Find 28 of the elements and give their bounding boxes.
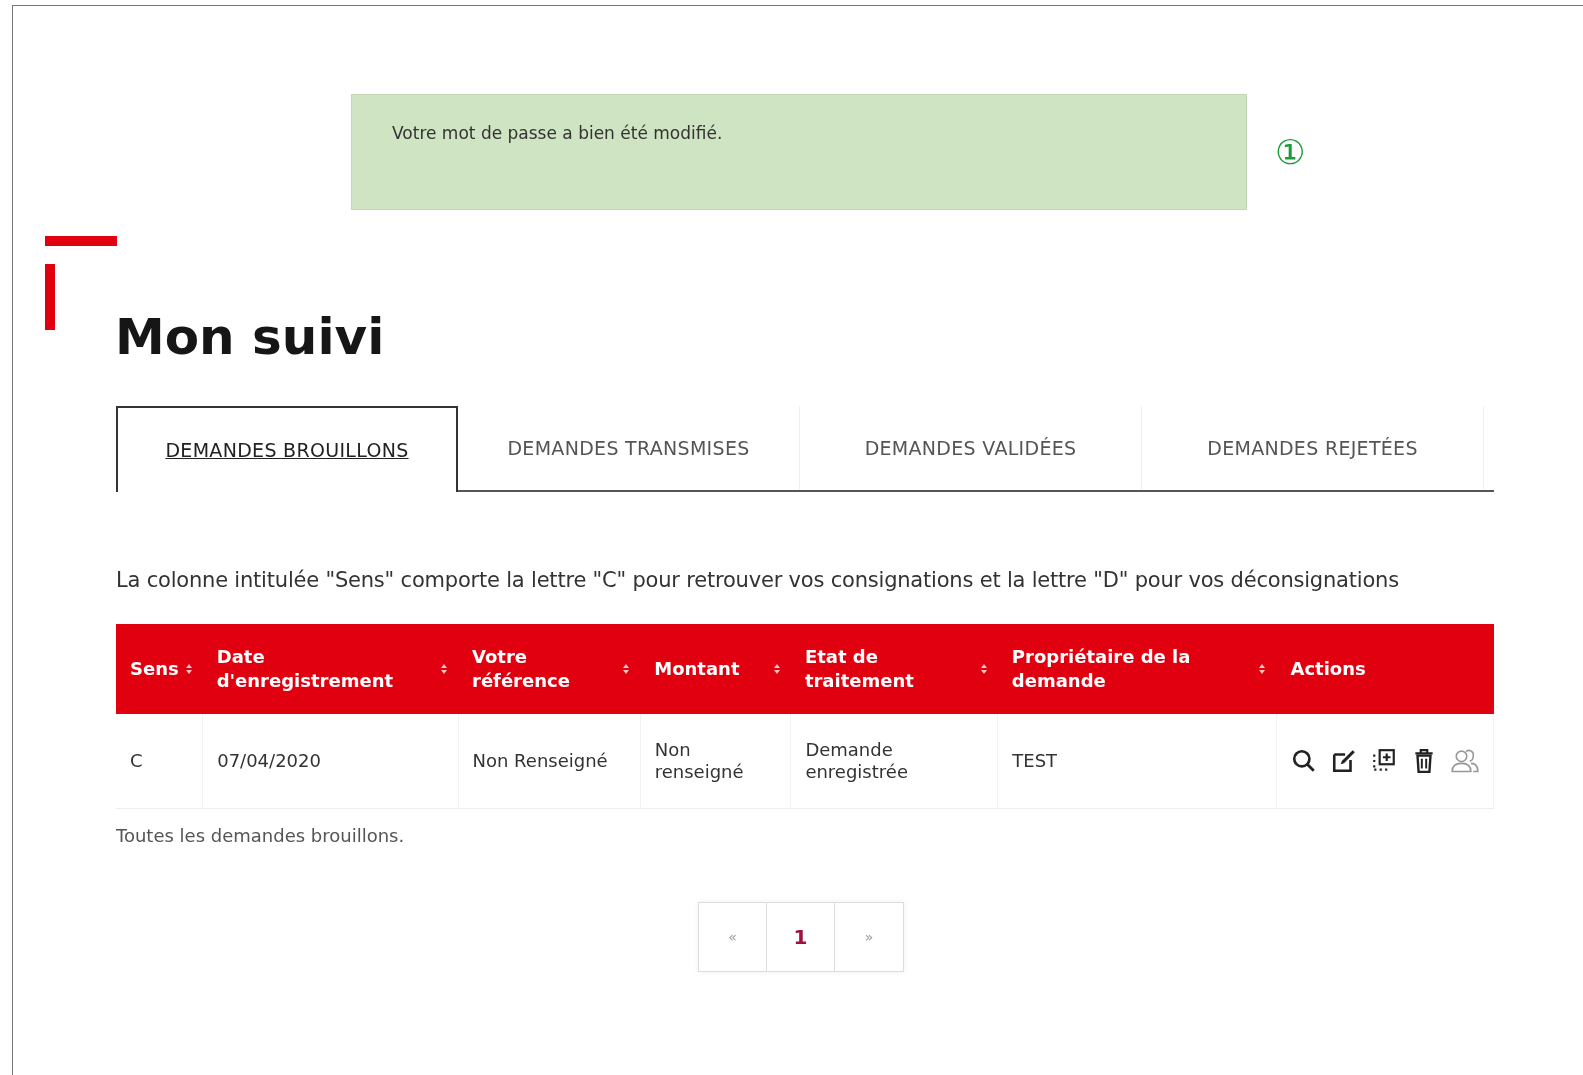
table-cell: Non Renseigné <box>472 749 608 771</box>
annotation-marker: ① <box>1275 135 1306 169</box>
edit-icon[interactable] <box>1331 748 1357 774</box>
table-cell: Non renseigné <box>654 738 744 782</box>
column-header[interactable]: Actions <box>1290 656 1366 682</box>
sort-icon[interactable] <box>1258 663 1267 675</box>
table-cell: Demande enregistrée <box>805 738 908 782</box>
sort-icon[interactable] <box>772 663 781 675</box>
next-page-button[interactable]: » <box>835 903 903 971</box>
duplicate-icon[interactable] <box>1371 748 1397 774</box>
alert-message: Votre mot de passe a bien été modifié. <box>392 123 723 143</box>
previous-page-button[interactable]: « <box>699 903 767 971</box>
sort-icon[interactable] <box>184 663 193 675</box>
sort-icon[interactable] <box>622 663 631 675</box>
column-header[interactable]: Montant <box>654 656 740 682</box>
column-header[interactable]: Sens <box>130 656 179 682</box>
table-cell: C <box>130 749 143 771</box>
page-title: Mon suivi <box>115 308 385 366</box>
page-button[interactable]: 1 <box>767 903 835 971</box>
tab[interactable]: DEMANDES BROUILLONS <box>116 406 458 492</box>
search-icon[interactable] <box>1291 748 1317 774</box>
users-icon[interactable] <box>1451 747 1479 775</box>
sort-icon[interactable] <box>979 663 988 675</box>
sort-icon[interactable] <box>440 663 448 675</box>
table-cell: 07/04/2020 <box>217 749 321 771</box>
table-caption: Toutes les demandes brouillons. <box>116 825 406 846</box>
table-cell: TEST <box>1012 749 1058 771</box>
info-text: La colonne intitulée "Sens" comporte la lettre "C" pour retrouver vos consignations et la lettre "D" pour vos déconsignations <box>116 568 1400 592</box>
